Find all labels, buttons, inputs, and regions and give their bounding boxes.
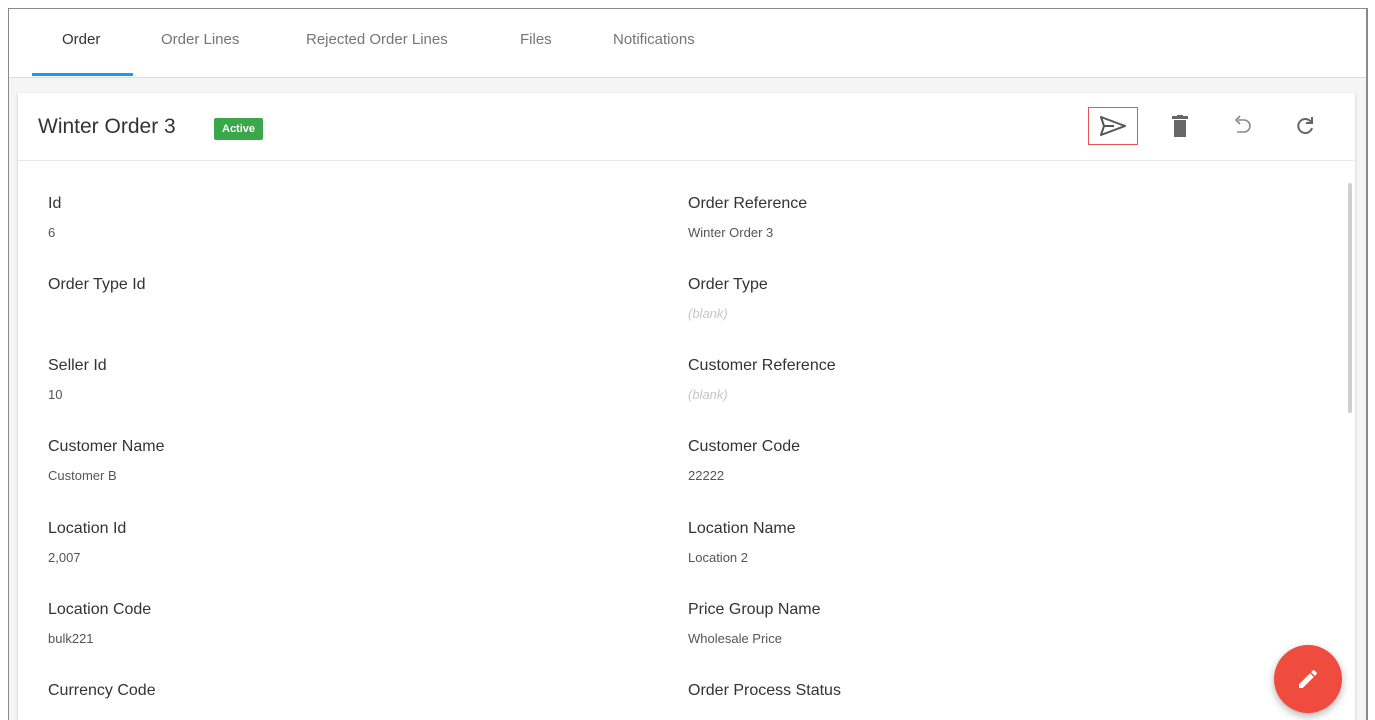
field-value-blank: (blank) [688, 306, 728, 321]
field-label: Id [48, 195, 62, 212]
field-label: Location Id [48, 520, 127, 537]
tab-order[interactable]: Order [62, 31, 100, 48]
send-icon [1100, 116, 1126, 136]
edit-button[interactable] [1274, 645, 1342, 713]
field-value: 10 [48, 387, 63, 402]
field-location-id: Location Id 2,007 [48, 520, 126, 565]
active-tab-indicator [32, 73, 133, 76]
field-location-name: Location Name Location 2 [688, 520, 796, 565]
field-label: Order Type Id [48, 276, 146, 293]
field-seller-id: Seller Id 10 [48, 357, 107, 402]
order-details: Id 6 Order Type Id Seller Id 10 Customer… [18, 161, 1355, 720]
field-label: Order Process Status [688, 682, 841, 699]
field-customer-name: Customer Name Customer B [48, 438, 164, 483]
field-label: Currency Code [48, 682, 156, 699]
field-price-group-name: Price Group Name Wholesale Price [688, 601, 821, 646]
undo-icon [1234, 115, 1251, 133]
field-label: Seller Id [48, 357, 107, 374]
refresh-icon [1297, 117, 1313, 135]
edit-pencil-icon [1299, 669, 1318, 688]
field-order-type-id: Order Type Id [48, 276, 146, 306]
field-location-code: Location Code bulk221 [48, 601, 151, 646]
field-label: Location Code [48, 601, 152, 618]
field-value: Winter Order 3 [688, 225, 774, 240]
field-id: Id 6 [48, 195, 61, 240]
field-label: Customer Name [48, 438, 165, 455]
field-label: Order Type [688, 276, 768, 293]
field-customer-code: Customer Code 22222 [688, 438, 800, 483]
field-order-reference: Order Reference Winter Order 3 [688, 195, 807, 240]
tab-notifications[interactable]: Notifications [613, 31, 695, 48]
field-label: Location Name [688, 520, 796, 537]
card-header: Winter Order 3 Active [18, 93, 1355, 161]
field-label: Order Reference [688, 195, 808, 212]
status-badge: Active [214, 118, 264, 140]
tab-bar: Order Order Lines Rejected Order Lines F… [9, 9, 1366, 78]
delete-icon [1172, 115, 1188, 137]
order-card: Winter Order 3 Active Id 6 Order Type Id… [18, 93, 1355, 720]
field-order-process-status: Order Process Status [688, 682, 841, 700]
undo-button[interactable] [1217, 107, 1267, 145]
refresh-button[interactable] [1280, 107, 1330, 145]
field-value: Wholesale Price [688, 631, 782, 646]
scrollbar[interactable] [1348, 183, 1352, 413]
page-title: Winter Order 3 [38, 115, 176, 138]
field-order-type: Order Type (blank) [688, 276, 768, 321]
field-value: 2,007 [48, 550, 81, 565]
field-label: Customer Reference [688, 357, 836, 374]
field-value: bulk221 [48, 631, 94, 646]
tab-rejected-order-lines[interactable]: Rejected Order Lines [306, 31, 448, 48]
field-label: Price Group Name [688, 601, 821, 618]
tab-files[interactable]: Files [520, 31, 552, 48]
tab-order-lines[interactable]: Order Lines [161, 31, 239, 48]
field-value: 22222 [688, 468, 725, 483]
field-customer-reference: Customer Reference (blank) [688, 357, 836, 402]
send-button[interactable] [1088, 107, 1138, 145]
field-value: Customer B [48, 468, 117, 483]
field-value: 6 [48, 225, 56, 240]
field-label: Customer Code [688, 438, 801, 455]
order-detail-window: Order Order Lines Rejected Order Lines F… [8, 8, 1368, 720]
field-value: Location 2 [688, 550, 748, 565]
field-value-blank: (blank) [688, 387, 728, 402]
field-currency-code: Currency Code [48, 682, 156, 700]
delete-button[interactable] [1155, 107, 1205, 145]
